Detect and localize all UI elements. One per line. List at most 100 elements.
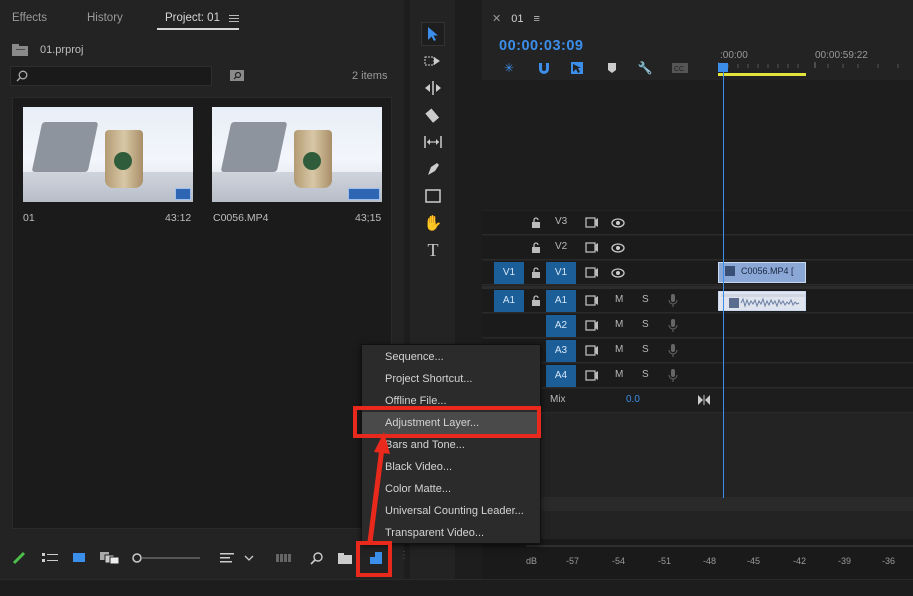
mix-end-icon[interactable] bbox=[698, 395, 710, 405]
source-patch-a1[interactable]: A1 bbox=[494, 290, 524, 312]
find-icon[interactable] bbox=[310, 551, 324, 565]
track-a1[interactable]: A1 A1 M S bbox=[482, 289, 913, 313]
chevron-down-icon[interactable] bbox=[244, 551, 254, 565]
tab-menu-icon[interactable]: ≡ bbox=[533, 13, 539, 25]
menu-item-project-shortcut[interactable]: Project Shortcut... bbox=[362, 368, 540, 390]
captions-icon[interactable]: CC bbox=[671, 60, 689, 76]
track-v2[interactable]: V2 bbox=[482, 236, 913, 260]
fx-badge-icon bbox=[725, 266, 735, 276]
meter-label: -36 bbox=[882, 556, 896, 566]
sync-lock-icon[interactable] bbox=[585, 217, 599, 228]
hand-tool-icon[interactable]: ✋ bbox=[421, 211, 445, 235]
tab-effects[interactable]: Effects bbox=[12, 12, 47, 24]
toggle-output-eye-icon[interactable] bbox=[611, 243, 625, 253]
panel-menu-icon[interactable] bbox=[229, 15, 239, 23]
automate-to-sequence-icon[interactable] bbox=[276, 551, 292, 565]
panel-edge-handle: ⋮ bbox=[399, 550, 409, 561]
list-view-icon[interactable] bbox=[42, 551, 58, 565]
new-search-bin-icon[interactable] bbox=[230, 70, 244, 82]
track-target-a4[interactable]: A4 bbox=[546, 365, 576, 387]
linked-selection-icon[interactable] bbox=[569, 60, 585, 76]
clip-label: C0056.MP4 [ bbox=[741, 266, 794, 276]
sync-lock-icon[interactable] bbox=[585, 267, 599, 278]
track-mix[interactable]: Mix 0.0 bbox=[482, 389, 913, 413]
mute-button[interactable]: M bbox=[615, 319, 623, 330]
source-patch-v1[interactable]: V1 bbox=[494, 262, 524, 284]
highlight-new-item-button bbox=[356, 541, 392, 577]
lock-icon[interactable] bbox=[531, 242, 541, 253]
voiceover-mic-icon[interactable] bbox=[668, 319, 678, 333]
track-name: V3 bbox=[555, 216, 568, 227]
icon-view-icon[interactable] bbox=[72, 551, 86, 565]
meter-label: -54 bbox=[612, 556, 626, 566]
track-target-v1[interactable]: V1 bbox=[546, 262, 576, 284]
search-input[interactable] bbox=[10, 66, 212, 86]
sequence-tab[interactable]: ✕ 01 ≡ bbox=[492, 12, 540, 26]
tab-history[interactable]: History bbox=[87, 12, 123, 24]
video-clip[interactable]: C0056.MP4 [ bbox=[718, 262, 806, 283]
lock-icon[interactable] bbox=[531, 295, 541, 306]
solo-button[interactable]: S bbox=[642, 319, 649, 330]
wrench-icon[interactable]: 🔧 bbox=[637, 60, 653, 76]
voiceover-mic-icon[interactable] bbox=[668, 369, 678, 383]
sync-lock-icon[interactable] bbox=[585, 295, 599, 306]
thumbnail-clip[interactable] bbox=[212, 107, 382, 202]
time-ruler[interactable] bbox=[718, 62, 913, 78]
razor-tool-icon[interactable] bbox=[421, 103, 445, 127]
mute-button[interactable]: M bbox=[615, 369, 623, 380]
track-select-tool-icon[interactable] bbox=[421, 49, 445, 73]
solo-button[interactable]: S bbox=[642, 294, 649, 305]
voiceover-mic-icon[interactable] bbox=[668, 344, 678, 358]
track-target-a2[interactable]: A2 bbox=[546, 315, 576, 337]
mute-button[interactable]: M bbox=[615, 294, 623, 305]
sync-lock-icon[interactable] bbox=[585, 242, 599, 253]
meter-label: -57 bbox=[566, 556, 580, 566]
mix-volume-value[interactable]: 0.0 bbox=[626, 394, 640, 405]
new-bin-icon[interactable] bbox=[338, 551, 352, 565]
voiceover-mic-icon[interactable] bbox=[668, 294, 678, 308]
project-folder-icon bbox=[12, 44, 28, 56]
toggle-output-eye-icon[interactable] bbox=[611, 218, 625, 228]
slip-tool-icon[interactable] bbox=[421, 130, 445, 154]
tab-project[interactable]: Project: 01 bbox=[165, 12, 220, 24]
menu-item-sequence[interactable]: Sequence... bbox=[362, 346, 540, 368]
add-marker-icon[interactable] bbox=[604, 60, 620, 76]
freeform-view-icon[interactable] bbox=[100, 551, 120, 565]
ripple-edit-tool-icon[interactable] bbox=[421, 76, 445, 100]
meter-label: -39 bbox=[838, 556, 852, 566]
type-tool-icon[interactable]: T bbox=[421, 238, 445, 262]
nest-icon[interactable]: ✳ bbox=[501, 60, 517, 76]
track-target-a1[interactable]: A1 bbox=[546, 290, 576, 312]
close-tab-icon[interactable]: ✕ bbox=[492, 12, 501, 25]
solo-button[interactable]: S bbox=[642, 369, 649, 380]
annotation-arrow bbox=[367, 432, 390, 543]
snap-magnet-icon[interactable] bbox=[536, 60, 552, 76]
lock-icon[interactable] bbox=[531, 267, 541, 278]
track-a4[interactable]: A4 M S bbox=[482, 364, 913, 388]
item-name: 01 bbox=[23, 212, 35, 224]
pen-tool-icon[interactable] bbox=[421, 157, 445, 181]
rectangle-tool-icon[interactable] bbox=[421, 184, 445, 208]
thumbnail-sequence[interactable] bbox=[23, 107, 193, 202]
track-v3[interactable]: V3 bbox=[482, 211, 913, 235]
track-v1[interactable]: V1 V1 C0056.MP4 [ bbox=[482, 261, 913, 285]
sync-lock-icon[interactable] bbox=[585, 345, 599, 356]
solo-button[interactable]: S bbox=[642, 344, 649, 355]
track-target-a3[interactable]: A3 bbox=[546, 340, 576, 362]
audio-clip[interactable] bbox=[718, 291, 806, 311]
timeline-scrollbar[interactable] bbox=[482, 497, 913, 511]
sync-lock-icon[interactable] bbox=[585, 320, 599, 331]
mute-button[interactable]: M bbox=[615, 344, 623, 355]
playhead-timecode[interactable]: 00:00:03:09 bbox=[499, 38, 584, 54]
zoom-slider[interactable] bbox=[130, 551, 202, 565]
lock-icon[interactable] bbox=[531, 217, 541, 228]
toggle-output-eye-icon[interactable] bbox=[611, 268, 625, 278]
meter-label: -42 bbox=[793, 556, 807, 566]
sync-lock-icon[interactable] bbox=[585, 370, 599, 381]
premiere-workspace: Effects History Project: 01 01.prproj 2 … bbox=[0, 0, 913, 596]
sort-icons-icon[interactable] bbox=[220, 551, 234, 565]
track-a2[interactable]: A2 M S bbox=[482, 314, 913, 338]
selection-tool-icon[interactable] bbox=[421, 22, 445, 46]
pencil-icon[interactable] bbox=[12, 551, 26, 565]
track-a3[interactable]: A3 M S bbox=[482, 339, 913, 363]
